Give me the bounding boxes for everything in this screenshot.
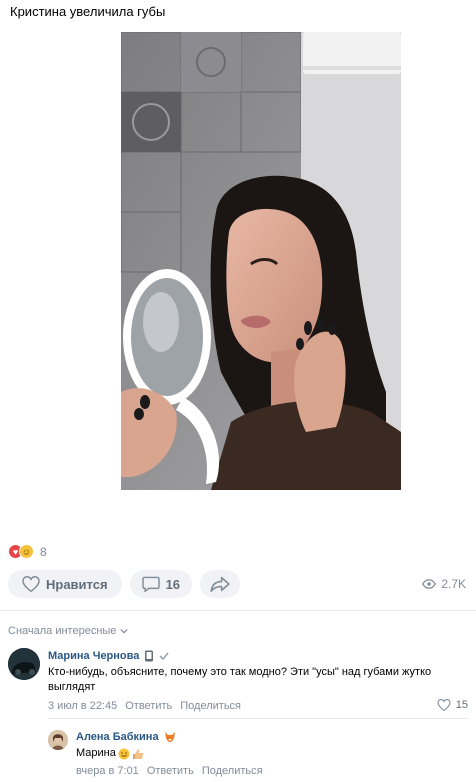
comment-text: Марина xyxy=(76,746,144,761)
sort-label: Сначала интересные xyxy=(8,625,117,637)
share-link[interactable]: Поделиться xyxy=(180,700,241,712)
comment-date[interactable]: вчера в 7:01 xyxy=(76,765,139,777)
checkmark-icon xyxy=(159,652,170,661)
comment-author[interactable]: Марина Чернова xyxy=(48,650,170,662)
comment-text-value: Марина xyxy=(76,747,116,759)
reactions-summary[interactable]: ♥ ☺ 8 xyxy=(8,544,47,559)
comment-likes-count: 15 xyxy=(455,699,468,711)
reply-link[interactable]: Ответить xyxy=(125,700,172,712)
comment-author-name: Марина Чернова xyxy=(48,650,140,662)
post-actions: Нравится 16 xyxy=(8,570,241,598)
comment-meta: вчера в 7:01 Ответить Поделиться xyxy=(76,765,263,777)
comments-count: 16 xyxy=(165,576,181,592)
views-count: 2.7K xyxy=(441,577,466,591)
comment-divider xyxy=(48,718,468,719)
section-divider xyxy=(0,610,476,611)
comment-author[interactable]: Алена Бабкина xyxy=(76,731,176,743)
avatar-image xyxy=(48,730,68,750)
comments-sort-dropdown[interactable]: Сначала интересные xyxy=(8,625,129,637)
share-link[interactable]: Поделиться xyxy=(202,765,263,777)
heart-outline-icon xyxy=(22,576,40,592)
comment-meta: 3 июл в 22:45 Ответить Поделиться xyxy=(48,700,241,712)
like-label: Нравится xyxy=(46,576,108,592)
comments-button[interactable]: 16 xyxy=(129,570,193,598)
chevron-down-icon xyxy=(120,628,129,634)
comment-date[interactable]: 3 июл в 22:45 xyxy=(48,700,117,712)
smirk-emoji-icon xyxy=(118,748,130,759)
avatar-image xyxy=(8,648,40,680)
heart-outline-icon xyxy=(437,699,451,711)
share-icon xyxy=(210,576,230,592)
views-counter: 2.7K xyxy=(422,577,466,591)
comment-like-button[interactable]: 15 xyxy=(437,699,468,711)
post-photo[interactable] xyxy=(121,32,401,490)
eye-icon xyxy=(422,579,437,589)
avatar[interactable] xyxy=(8,648,40,680)
thumbs-up-emoji-icon xyxy=(132,748,144,759)
phone-icon xyxy=(145,650,154,662)
like-button[interactable]: Нравится xyxy=(8,570,122,598)
fox-badge-icon xyxy=(164,732,175,742)
reactions-count: 8 xyxy=(40,544,47,559)
share-button[interactable] xyxy=(200,570,241,598)
avatar[interactable] xyxy=(48,730,68,750)
post-text: Кристина увеличила губы xyxy=(10,4,166,19)
photo-image xyxy=(121,32,401,490)
comment-author-name: Алена Бабкина xyxy=(76,731,159,743)
reply-link[interactable]: Ответить xyxy=(147,765,194,777)
laughing-reaction-icon: ☺ xyxy=(19,544,34,559)
comment-icon xyxy=(141,576,160,592)
comment-text: Кто-нибудь, объясните, почему это так мо… xyxy=(48,666,432,693)
